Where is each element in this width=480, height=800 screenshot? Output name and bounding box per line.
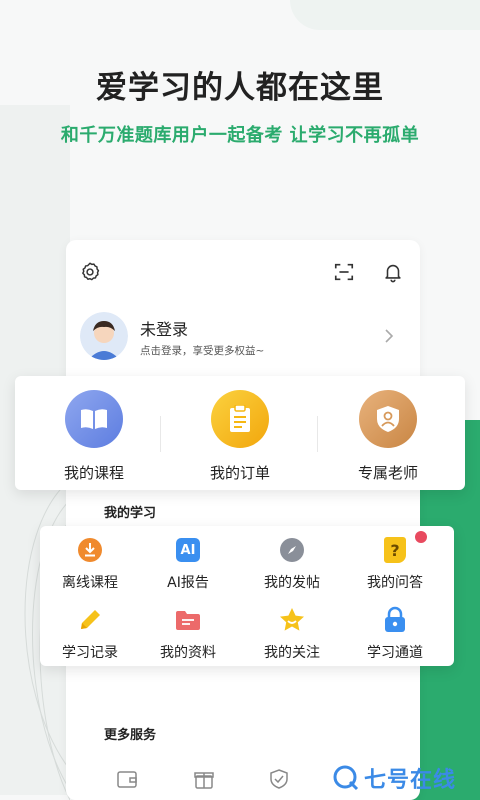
avatar[interactable] (80, 312, 128, 360)
ai-icon-text: AI (176, 538, 200, 562)
grid-label: 我的发帖 (264, 575, 320, 591)
star-icon (278, 606, 306, 634)
login-status[interactable]: 未登录 (140, 316, 188, 340)
my-orders-button[interactable]: 我的订单 (185, 390, 295, 483)
section-title-more: 更多服务 (104, 728, 157, 743)
divider (160, 416, 161, 452)
teacher-icon (359, 390, 417, 448)
quick-label: 我的订单 (209, 464, 270, 482)
settings-icon[interactable] (76, 258, 104, 286)
grid-label: 我的关注 (264, 645, 320, 661)
grid-label: AI报告 (167, 575, 209, 591)
pencil-icon (76, 606, 104, 634)
clipboard-icon (211, 390, 269, 448)
my-materials-button[interactable]: 我的资料 (138, 606, 238, 662)
watermark-logo-icon (333, 765, 359, 791)
study-channel-button[interactable]: 学习通道 (345, 606, 445, 662)
quick-label: 专属老师 (357, 464, 418, 482)
divider (317, 416, 318, 452)
ai-report-button[interactable]: AI AI报告 (138, 536, 238, 592)
book-icon (65, 390, 123, 448)
watermark: 七号在线 (332, 758, 480, 798)
quick-label: 我的课程 (63, 464, 124, 482)
grid-label: 学习记录 (62, 645, 118, 661)
wallet-icon[interactable] (116, 768, 138, 790)
bell-icon[interactable] (379, 258, 407, 286)
my-courses-button[interactable]: 我的课程 (39, 390, 149, 483)
study-records-button[interactable]: 学习记录 (40, 606, 140, 662)
quick-access-card: 我的课程 我的订单 专属老师 (15, 376, 465, 490)
chevron-right-icon[interactable] (380, 323, 398, 349)
shield-icon[interactable] (268, 768, 290, 790)
folder-icon (174, 606, 202, 634)
page-title: 爱学习的人都在这里 (96, 70, 384, 106)
my-posts-button[interactable]: 我的发帖 (242, 536, 342, 592)
page-subtitle: 和千万准题库用户一起备考 让学习不再孤单 (60, 125, 420, 146)
study-grid-card: 离线课程 AI AI报告 我的发帖 ? 我的问答 学习记录 我的资料 我的关注 … (40, 526, 454, 666)
my-qa-button[interactable]: ? 我的问答 (345, 536, 445, 592)
teacher-button[interactable]: 专属老师 (333, 390, 443, 483)
login-hint[interactable]: 点击登录，享受更多权益~ (140, 343, 264, 358)
offline-courses-button[interactable]: 离线课程 (40, 536, 140, 592)
gift-icon[interactable] (193, 768, 215, 790)
ai-icon: AI (174, 536, 202, 564)
grid-label: 离线课程 (62, 575, 118, 591)
background-shape-top-right (290, 0, 480, 30)
lock-icon (381, 606, 409, 634)
question-icon: ? (381, 536, 409, 564)
scan-icon[interactable] (330, 258, 358, 286)
question-icon-text: ? (384, 537, 406, 563)
compass-icon (278, 536, 306, 564)
watermark-text: 七号在线 (364, 768, 457, 793)
grid-label: 我的资料 (160, 645, 216, 661)
download-icon (76, 536, 104, 564)
my-follows-button[interactable]: 我的关注 (242, 606, 342, 662)
grid-label: 我的问答 (367, 575, 423, 591)
grid-label: 学习通道 (367, 645, 423, 661)
section-title-study: 我的学习 (104, 506, 157, 521)
